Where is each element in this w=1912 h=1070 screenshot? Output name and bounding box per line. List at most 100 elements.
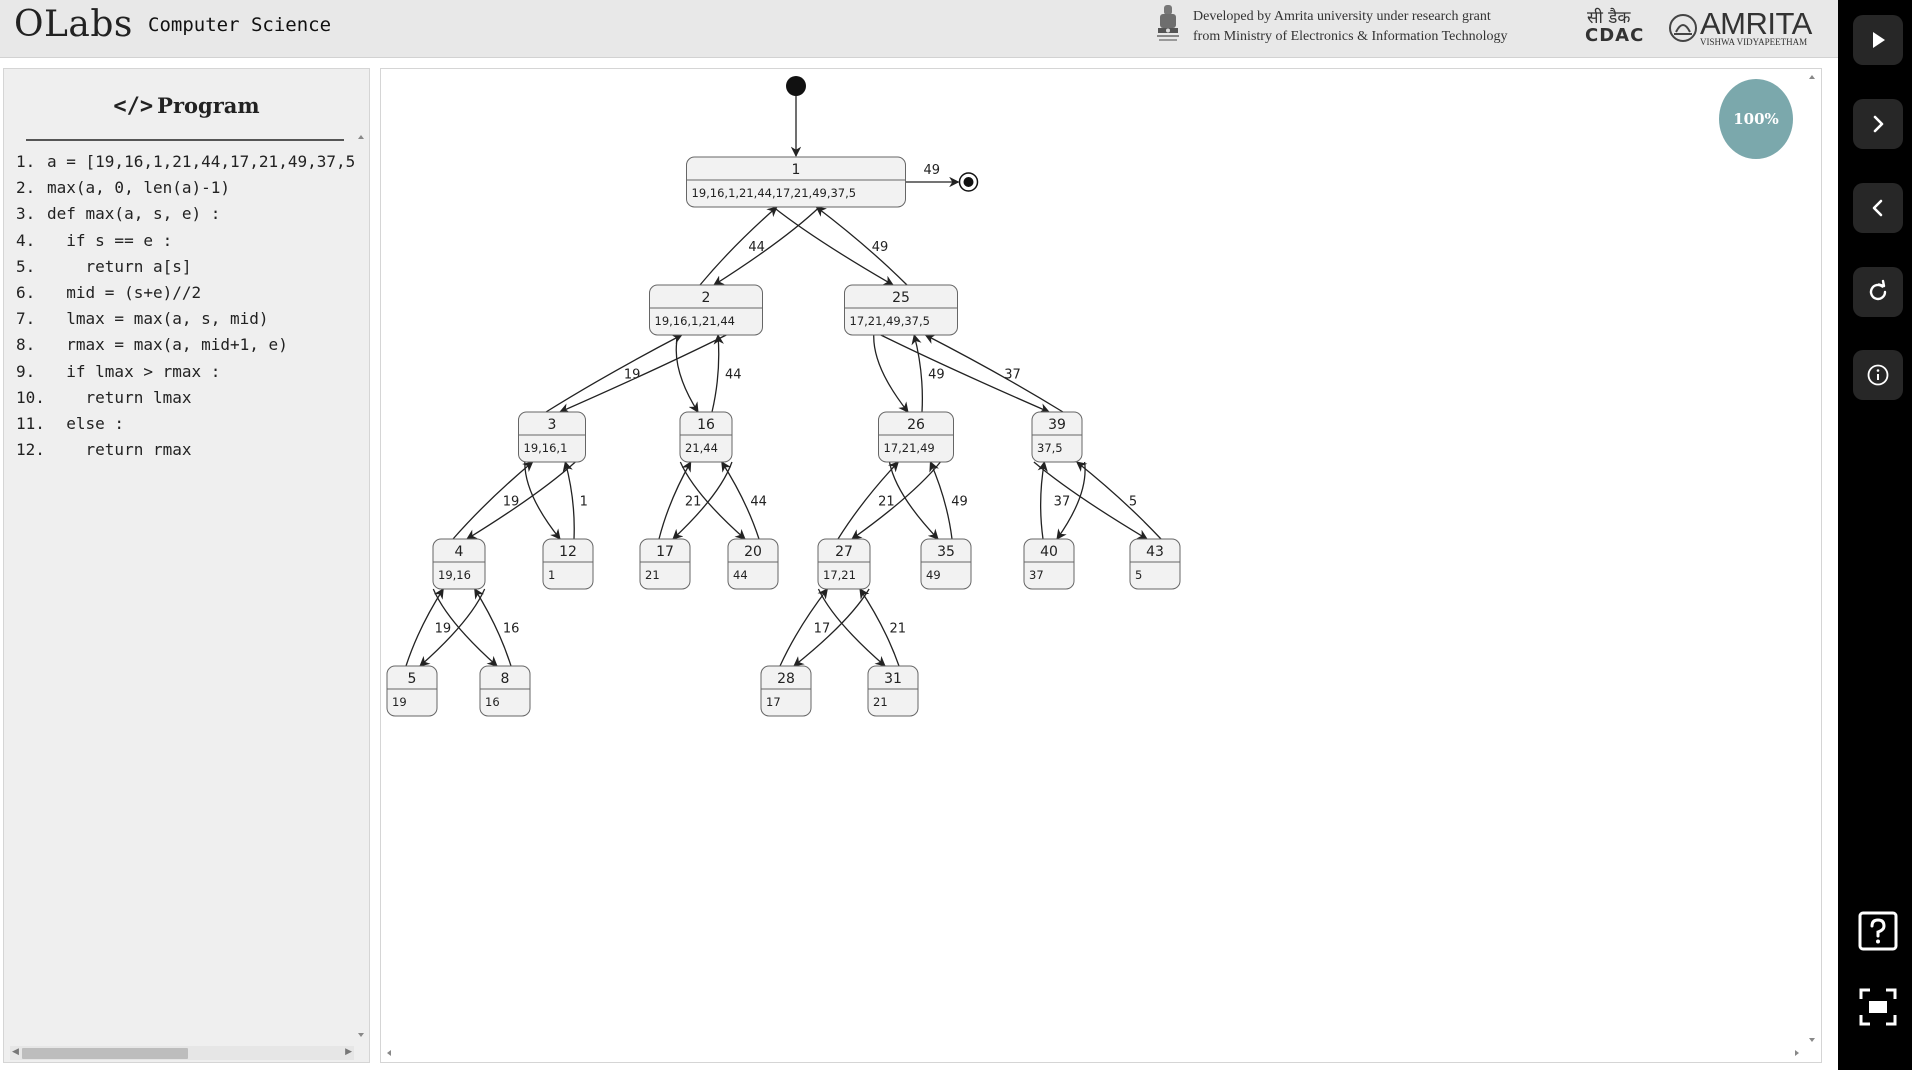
code-line: 8. rmax = max(a, mid+1, e)	[16, 332, 356, 358]
return-value-label: 37	[1004, 368, 1021, 383]
return-edge	[711, 333, 724, 413]
state-array-values: 21	[645, 568, 660, 582]
code-line-text: return lmax	[47, 387, 192, 407]
state-node[interactable]: 26 17,21,49	[878, 411, 954, 463]
state-node[interactable]: 419,16	[432, 538, 486, 590]
state-call-number: 39	[1048, 417, 1066, 433]
fullscreen-button[interactable]	[1856, 985, 1900, 1029]
state-call-number: 43	[1146, 544, 1164, 560]
scroll-left-arrow-icon[interactable]: ◀	[12, 1048, 19, 1057]
code-line-text: return rmax	[47, 440, 192, 460]
state-call-number: 3	[548, 417, 557, 433]
state-array-values: 17	[766, 695, 781, 709]
code-line: 7. lmax = max(a, s, mid)	[16, 306, 356, 332]
return-value-label: 49	[951, 495, 968, 510]
code-line-text: mid = (s+e)//2	[47, 282, 202, 302]
program-divider	[26, 139, 344, 141]
code-listing: 1. a = [19,16,1,21,44,17,21,49,37,5 2. max(…	[16, 149, 356, 1070]
code-line: 6. mid = (s+e)//2	[16, 280, 356, 306]
return-value-label: 44	[725, 368, 742, 383]
state-call-number: 31	[884, 671, 902, 687]
state-array-values: 21,44	[685, 441, 718, 455]
state-call-number: 35	[937, 544, 955, 560]
call-edge	[880, 334, 1050, 414]
state-node[interactable]: 39 37,5	[1031, 411, 1083, 463]
state-node[interactable]: 35 49	[920, 538, 972, 590]
state-call-number: 5	[408, 671, 417, 687]
state-node[interactable]: 816	[479, 665, 531, 717]
cdac-logo[interactable]: सी डैक CDAC	[1585, 5, 1649, 47]
code-line-number: 11.	[16, 413, 45, 433]
return-value-label: 21	[889, 622, 906, 637]
state-node[interactable]: 31 21	[867, 665, 919, 717]
state-array-values: 49	[926, 568, 941, 582]
initial-state-marker	[786, 76, 806, 96]
code-line-text: a = [19,16,1,21,44,17,21,49,37,5	[47, 152, 356, 171]
return-value-label: 37	[1054, 495, 1071, 510]
state-array-values: 17,21	[823, 568, 856, 582]
fullscreen-icon	[1859, 988, 1897, 1026]
code-line-number: 4.	[16, 230, 36, 250]
state-node[interactable]: 40 37	[1023, 538, 1075, 590]
code-icon: </>	[113, 94, 154, 119]
state-node[interactable]: 519	[386, 665, 438, 717]
program-horizontal-scrollbar[interactable]: ◀ ▶	[10, 1046, 354, 1060]
help-icon	[1858, 911, 1898, 951]
state-call-number: 26	[907, 417, 925, 433]
recursion-diagram-panel: 49 44 49 19 44 49 37 19 1 21 44 21 49 37 5 19 16 17 21 1 19…	[380, 68, 1822, 1063]
state-node[interactable]: 2044	[727, 538, 779, 590]
return-edge	[815, 206, 908, 286]
return-value-label: 44	[748, 240, 765, 255]
code-line-number: 8.	[16, 335, 36, 355]
info-icon	[1867, 364, 1889, 386]
return-value-label: 19	[435, 622, 452, 637]
state-node[interactable]: 16 21,44	[679, 411, 733, 463]
return-value-label: 21	[685, 495, 702, 510]
state-node[interactable]: 3 19,16,1	[518, 411, 586, 463]
info-button[interactable]	[1853, 350, 1903, 400]
program-vertical-scrollbar[interactable]	[355, 131, 367, 1041]
credit-line-1: Developed by Amrita university under res…	[1193, 9, 1491, 24]
state-array-values: 37,5	[1037, 441, 1063, 455]
return-value-label: 49	[872, 240, 889, 255]
state-node[interactable]: 25 17,21,49,37,5	[844, 284, 958, 336]
scroll-right-arrow-icon[interactable]: ▶	[345, 1048, 352, 1057]
next-step-button[interactable]	[1853, 99, 1903, 149]
amrita-logo[interactable]: AMRITA VISHWA VIDYAPEETHAM	[1668, 6, 1818, 50]
help-button[interactable]	[1856, 909, 1900, 953]
program-scroll-thumb[interactable]	[22, 1048, 188, 1059]
final-result-label: 49	[924, 163, 941, 178]
state-array-values: 19,16,1,21,44	[655, 314, 735, 328]
diagram-vertical-scrollbar[interactable]	[1806, 71, 1818, 1046]
code-line-number: 5.	[16, 256, 36, 276]
code-line: 4. if s == e :	[16, 228, 356, 254]
state-node[interactable]: 2 19,16,1,21,44	[649, 284, 763, 336]
state-call-number: 20	[744, 544, 762, 560]
diagram-horizontal-scrollbar[interactable]	[383, 1046, 1803, 1060]
previous-step-button[interactable]	[1853, 183, 1903, 233]
play-button[interactable]	[1853, 15, 1903, 65]
code-line: 9. if lmax > rmax :	[16, 359, 356, 385]
call-edge	[672, 461, 733, 540]
state-node[interactable]: 28 17	[760, 665, 812, 717]
state-node[interactable]: 43 5	[1129, 538, 1181, 590]
return-edge	[452, 461, 534, 540]
code-line-number: 10.	[16, 387, 45, 407]
return-edge	[1037, 460, 1048, 540]
state-array-values: 19,16,1	[524, 441, 568, 455]
state-node[interactable]: 27 17,21	[817, 538, 871, 590]
state-array-values: 19	[392, 695, 407, 709]
state-call-number: 17	[656, 544, 674, 560]
olabs-logo[interactable]: OLabs	[14, 4, 133, 45]
code-line-number: 7.	[16, 309, 36, 329]
code-line-text: rmax = max(a, mid+1, e)	[47, 335, 288, 355]
reset-button[interactable]	[1853, 267, 1903, 317]
return-value-label: 21	[878, 495, 895, 510]
state-node[interactable]: 1721	[639, 538, 691, 590]
state-call-number: 2	[702, 290, 711, 306]
state-node[interactable]: 1 19,16,1,21,44,17,21,49,37,5	[686, 156, 906, 208]
zoom-level-badge[interactable]: 100%	[1719, 79, 1793, 159]
return-value-label: 1	[580, 495, 588, 510]
return-value-label: 49	[928, 368, 945, 383]
state-node[interactable]: 12 1	[542, 538, 594, 590]
